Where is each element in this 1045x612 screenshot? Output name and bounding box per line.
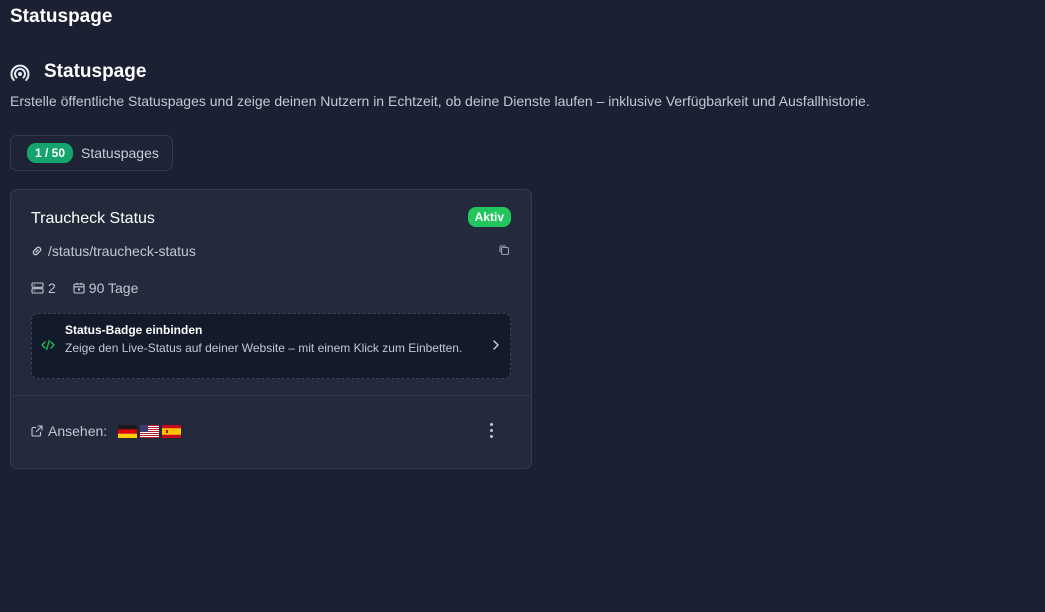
more-dot-icon [490, 429, 493, 432]
view-label: Ansehen: [48, 423, 108, 439]
status-badge: Aktiv [467, 207, 511, 227]
history-retention: 90 Tage [73, 280, 139, 296]
copy-icon[interactable] [498, 244, 510, 256]
monitor-count: 2 [31, 280, 56, 296]
embed-badge-title: Status-Badge einbinden [65, 323, 203, 337]
app-title: Statuspage [10, 6, 113, 27]
statuspage-url-text: /status/traucheck-status [48, 243, 196, 259]
code-icon [41, 339, 55, 351]
statuspage-title[interactable]: Traucheck Status [31, 210, 155, 228]
external-link-icon [31, 425, 43, 437]
server-icon [31, 282, 44, 294]
statuspage-card: Traucheck Status Aktiv /status/traucheck… [10, 189, 532, 469]
more-dot-icon [490, 435, 493, 438]
statuspage-quota: 1 / 50 Statuspages [10, 135, 173, 171]
broadcast-icon [10, 64, 30, 81]
page-description: Erstelle öffentliche Statuspages und zei… [10, 93, 870, 109]
quota-count-badge: 1 / 50 [27, 143, 74, 163]
statuspage-url[interactable]: /status/traucheck-status [31, 243, 196, 259]
view-links: Ansehen: [31, 423, 182, 439]
de-flag-icon[interactable] [118, 424, 138, 438]
chevron-right-icon [493, 340, 499, 350]
more-dot-icon [490, 423, 493, 426]
page-title: Statuspage [44, 61, 147, 82]
more-options-button[interactable] [486, 421, 497, 440]
us-flag-icon[interactable] [140, 424, 160, 438]
card-divider [11, 395, 531, 396]
history-retention-value: 90 Tage [88, 280, 139, 296]
es-flag-icon[interactable] [162, 424, 182, 438]
quota-label: Statuspages [81, 145, 159, 161]
language-flags [118, 424, 182, 438]
embed-badge-button[interactable]: Status-Badge einbinden Zeige den Live-St… [31, 313, 511, 379]
link-icon [32, 246, 42, 256]
embed-badge-description: Zeige den Live-Status auf deiner Website… [65, 341, 463, 355]
section-header: Statuspage [10, 61, 146, 83]
statuspage-meta: 2 90 Tage [31, 280, 155, 296]
monitor-count-value: 2 [48, 280, 56, 296]
calendar-icon [73, 282, 85, 294]
